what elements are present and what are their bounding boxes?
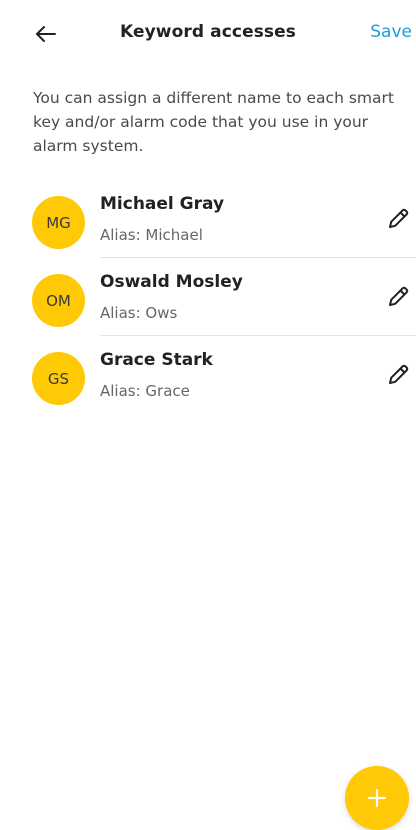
avatar: GS	[32, 352, 85, 405]
user-alias: Alias: Grace	[100, 382, 190, 400]
description-text: You can assign a different name to each …	[33, 89, 394, 155]
save-button[interactable]: Save	[370, 22, 412, 42]
pencil-icon	[389, 364, 409, 384]
app-header: Keyword accesses Save	[0, 0, 416, 70]
list-item[interactable]: OM Oswald Mosley Alias: Ows	[0, 258, 416, 336]
user-name: Michael Gray	[100, 194, 225, 214]
avatar: MG	[32, 196, 85, 249]
avatar: OM	[32, 274, 85, 327]
add-button[interactable]	[345, 766, 409, 830]
user-name: Oswald Mosley	[100, 272, 243, 292]
pencil-icon	[389, 286, 409, 306]
list-item[interactable]: MG Michael Gray Alias: Michael	[0, 180, 416, 258]
page-title: Keyword accesses	[120, 22, 296, 42]
list-item[interactable]: GS Grace Stark Alias: Grace	[0, 336, 416, 414]
user-alias: Alias: Michael	[100, 226, 203, 244]
user-name: Grace Stark	[100, 350, 213, 370]
plus-icon	[367, 788, 387, 808]
pencil-icon	[389, 208, 409, 228]
edit-button[interactable]	[385, 206, 411, 232]
user-list: MG Michael Gray Alias: Michael OM Oswald…	[0, 180, 416, 414]
edit-button[interactable]	[385, 284, 411, 310]
user-alias: Alias: Ows	[100, 304, 178, 322]
edit-button[interactable]	[385, 362, 411, 388]
